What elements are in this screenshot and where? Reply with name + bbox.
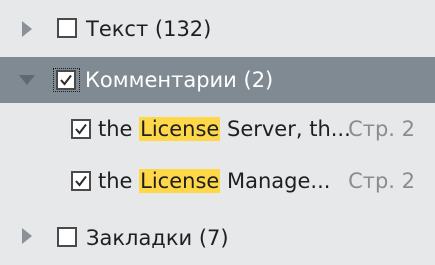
checkmark-icon xyxy=(60,74,72,86)
tree-item-text[interactable]: Текст (132) xyxy=(0,0,435,57)
chevron-right-icon[interactable] xyxy=(22,21,32,37)
page-number: Стр. 2 xyxy=(348,169,415,193)
checkmark-icon xyxy=(75,175,87,187)
search-highlight: License xyxy=(139,169,221,193)
chevron-right-icon[interactable] xyxy=(22,228,32,244)
text-checkbox[interactable] xyxy=(57,18,77,38)
comment-suffix: Manage... xyxy=(220,169,331,193)
comment-checkbox[interactable] xyxy=(71,119,91,139)
comment-suffix: Server, th... xyxy=(220,117,351,141)
annotations-tree: Текст (132) Комментарии (2) the License … xyxy=(0,0,435,265)
tree-item-comments-label: Комментарии (2) xyxy=(85,68,274,92)
tree-item-comments[interactable]: Комментарии (2) xyxy=(0,57,435,103)
bookmarks-checkbox[interactable] xyxy=(57,227,77,247)
comment-prefix: the xyxy=(98,169,140,193)
tree-item-bookmarks[interactable]: Закладки (7) xyxy=(0,207,435,265)
comment-item[interactable]: the License Manage... Стр. 2 xyxy=(0,155,435,207)
page-number: Стр. 2 xyxy=(348,117,415,141)
comment-checkbox[interactable] xyxy=(71,171,91,191)
comment-text: the License Server, th... xyxy=(98,117,351,141)
checkmark-icon xyxy=(75,123,87,135)
tree-item-text-label: Текст (132) xyxy=(86,17,212,41)
search-highlight: License xyxy=(139,117,221,141)
comments-checkbox[interactable] xyxy=(56,70,76,90)
chevron-down-icon[interactable] xyxy=(19,75,35,85)
comment-item[interactable]: the License Server, th... Стр. 2 xyxy=(0,103,435,155)
tree-item-bookmarks-label: Закладки (7) xyxy=(86,226,229,250)
comment-text: the License Manage... xyxy=(98,169,330,193)
comment-prefix: the xyxy=(98,117,140,141)
